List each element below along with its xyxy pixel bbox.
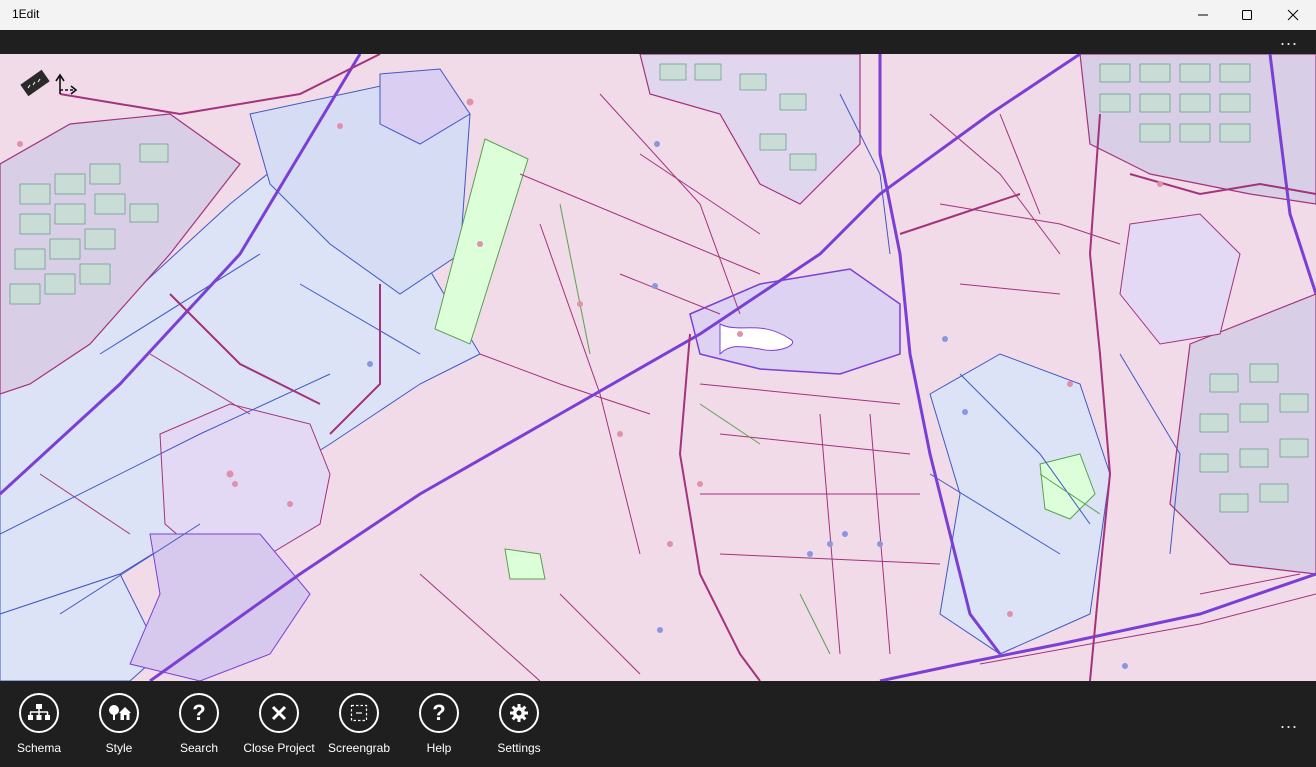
maximize-icon (1242, 10, 1252, 20)
help-button[interactable]: ? Help (399, 693, 479, 767)
map-canvas[interactable] (0, 54, 1316, 681)
settings-label: Settings (497, 741, 541, 755)
green-patch-south (504, 548, 546, 580)
settings-button[interactable]: Settings (479, 693, 559, 767)
close-window-button[interactable] (1270, 0, 1316, 30)
search-button[interactable]: ? Search (159, 693, 239, 767)
bottom-more-button[interactable]: ... (1280, 713, 1298, 731)
style-button[interactable]: Style (79, 693, 159, 767)
top-command-bar: ... (0, 30, 1316, 54)
question-icon: ? (179, 693, 219, 733)
help-label: Help (426, 741, 452, 755)
close-project-label: Close Project (243, 741, 315, 755)
style-label: Style (105, 741, 133, 755)
minimize-icon (1198, 14, 1208, 16)
schema-icon (19, 693, 59, 733)
style-icon (99, 693, 139, 733)
close-project-button[interactable]: Close Project (239, 693, 319, 767)
gear-icon (499, 693, 539, 733)
app-title: 1Edit (12, 7, 40, 21)
schema-label: Schema (16, 741, 62, 755)
schema-button[interactable]: Schema (0, 693, 79, 767)
screengrab-button[interactable]: Screengrab (319, 693, 399, 767)
screengrab-label: Screengrab (327, 741, 391, 755)
bottom-app-bar: Schema Style ? Search Close Project Scre… (0, 681, 1316, 767)
maximize-button[interactable] (1224, 0, 1270, 30)
search-label: Search (179, 741, 219, 755)
top-more-button[interactable]: ... (1280, 30, 1298, 48)
map-svg[interactable] (0, 54, 1316, 681)
help-icon: ? (419, 693, 459, 733)
minimize-button[interactable] (1180, 0, 1226, 30)
close-icon (1287, 9, 1299, 21)
parcel-lavender-lake (159, 403, 331, 555)
close-circle-icon (259, 693, 299, 733)
title-bar: 1Edit (0, 0, 1316, 30)
screengrab-icon (339, 693, 379, 733)
